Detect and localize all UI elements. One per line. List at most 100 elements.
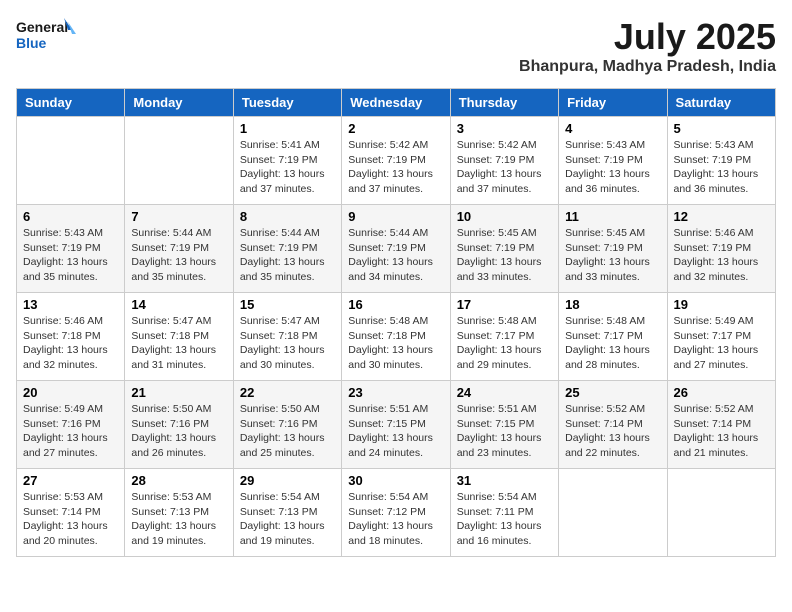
day-info: Sunrise: 5:51 AMSunset: 7:15 PMDaylight:…: [348, 402, 443, 461]
day-number: 22: [240, 385, 335, 400]
header-saturday: Saturday: [667, 89, 775, 117]
svg-text:Blue: Blue: [16, 35, 47, 51]
day-number: 10: [457, 209, 552, 224]
calendar-cell: 14 Sunrise: 5:47 AMSunset: 7:18 PMDayligh…: [125, 293, 233, 381]
header-sunday: Sunday: [17, 89, 125, 117]
calendar-cell: 26 Sunrise: 5:52 AMSunset: 7:14 PMDayligh…: [667, 381, 775, 469]
day-number: 6: [23, 209, 118, 224]
page-header: General Blue July 2025 Bhanpura, Madhya …: [16, 16, 776, 76]
day-number: 18: [565, 297, 660, 312]
calendar-cell: 8 Sunrise: 5:44 AMSunset: 7:19 PMDaylight…: [233, 205, 341, 293]
svg-text:General: General: [16, 19, 68, 35]
day-number: 14: [131, 297, 226, 312]
calendar-week-2: 6 Sunrise: 5:43 AMSunset: 7:19 PMDaylight…: [17, 205, 776, 293]
calendar-cell: 12 Sunrise: 5:46 AMSunset: 7:19 PMDayligh…: [667, 205, 775, 293]
calendar-cell: 1 Sunrise: 5:41 AMSunset: 7:19 PMDaylight…: [233, 117, 341, 205]
calendar-cell: 17 Sunrise: 5:48 AMSunset: 7:17 PMDayligh…: [450, 293, 558, 381]
calendar-week-1: 1 Sunrise: 5:41 AMSunset: 7:19 PMDaylight…: [17, 117, 776, 205]
calendar-cell: 6 Sunrise: 5:43 AMSunset: 7:19 PMDaylight…: [17, 205, 125, 293]
day-info: Sunrise: 5:53 AMSunset: 7:13 PMDaylight:…: [131, 490, 226, 549]
calendar-cell: 9 Sunrise: 5:44 AMSunset: 7:19 PMDaylight…: [342, 205, 450, 293]
calendar-cell: [559, 469, 667, 557]
day-info: Sunrise: 5:52 AMSunset: 7:14 PMDaylight:…: [565, 402, 660, 461]
calendar-cell: [125, 117, 233, 205]
day-info: Sunrise: 5:44 AMSunset: 7:19 PMDaylight:…: [240, 226, 335, 285]
day-info: Sunrise: 5:54 AMSunset: 7:11 PMDaylight:…: [457, 490, 552, 549]
day-number: 25: [565, 385, 660, 400]
header-wednesday: Wednesday: [342, 89, 450, 117]
day-info: Sunrise: 5:47 AMSunset: 7:18 PMDaylight:…: [131, 314, 226, 373]
day-info: Sunrise: 5:41 AMSunset: 7:19 PMDaylight:…: [240, 138, 335, 197]
day-info: Sunrise: 5:43 AMSunset: 7:19 PMDaylight:…: [23, 226, 118, 285]
day-info: Sunrise: 5:53 AMSunset: 7:14 PMDaylight:…: [23, 490, 118, 549]
day-number: 23: [348, 385, 443, 400]
calendar-header-row: Sunday Monday Tuesday Wednesday Thursday…: [17, 89, 776, 117]
day-info: Sunrise: 5:45 AMSunset: 7:19 PMDaylight:…: [457, 226, 552, 285]
logo-svg: General Blue: [16, 16, 76, 60]
calendar-cell: 15 Sunrise: 5:47 AMSunset: 7:18 PMDayligh…: [233, 293, 341, 381]
day-number: 15: [240, 297, 335, 312]
calendar-week-4: 20Sunrise: 5:49 AMSunset: 7:16 PMDayligh…: [17, 381, 776, 469]
day-info: Sunrise: 5:43 AMSunset: 7:19 PMDaylight:…: [565, 138, 660, 197]
day-info: Sunrise: 5:54 AMSunset: 7:12 PMDaylight:…: [348, 490, 443, 549]
day-number: 31: [457, 473, 552, 488]
header-thursday: Thursday: [450, 89, 558, 117]
day-number: 26: [674, 385, 769, 400]
calendar-cell: 29Sunrise: 5:54 AMSunset: 7:13 PMDayligh…: [233, 469, 341, 557]
calendar-cell: 19 Sunrise: 5:49 AMSunset: 7:17 PMDayligh…: [667, 293, 775, 381]
header-monday: Monday: [125, 89, 233, 117]
day-number: 17: [457, 297, 552, 312]
calendar-week-5: 27 Sunrise: 5:53 AMSunset: 7:14 PMDayligh…: [17, 469, 776, 557]
day-info: Sunrise: 5:44 AMSunset: 7:19 PMDaylight:…: [348, 226, 443, 285]
calendar-cell: 2 Sunrise: 5:42 AMSunset: 7:19 PMDaylight…: [342, 117, 450, 205]
location-subtitle: Bhanpura, Madhya Pradesh, India: [519, 58, 776, 76]
calendar-cell: [17, 117, 125, 205]
day-number: 11: [565, 209, 660, 224]
day-number: 3: [457, 121, 552, 136]
calendar-cell: 7Sunrise: 5:44 AMSunset: 7:19 PMDaylight…: [125, 205, 233, 293]
day-number: 28: [131, 473, 226, 488]
day-info: Sunrise: 5:46 AMSunset: 7:19 PMDaylight:…: [674, 226, 769, 285]
day-number: 30: [348, 473, 443, 488]
day-number: 2: [348, 121, 443, 136]
day-number: 27: [23, 473, 118, 488]
day-number: 12: [674, 209, 769, 224]
calendar-cell: 20Sunrise: 5:49 AMSunset: 7:16 PMDayligh…: [17, 381, 125, 469]
calendar-cell: 5Sunrise: 5:43 AMSunset: 7:19 PMDaylight…: [667, 117, 775, 205]
calendar-cell: 10 Sunrise: 5:45 AMSunset: 7:19 PMDayligh…: [450, 205, 558, 293]
day-number: 19: [674, 297, 769, 312]
day-number: 1: [240, 121, 335, 136]
calendar-cell: 4Sunrise: 5:43 AMSunset: 7:19 PMDaylight…: [559, 117, 667, 205]
day-info: Sunrise: 5:48 AMSunset: 7:18 PMDaylight:…: [348, 314, 443, 373]
day-number: 29: [240, 473, 335, 488]
day-info: Sunrise: 5:42 AMSunset: 7:19 PMDaylight:…: [348, 138, 443, 197]
day-number: 13: [23, 297, 118, 312]
day-info: Sunrise: 5:48 AMSunset: 7:17 PMDaylight:…: [457, 314, 552, 373]
calendar-cell: 24 Sunrise: 5:51 AMSunset: 7:15 PMDayligh…: [450, 381, 558, 469]
day-number: 20: [23, 385, 118, 400]
calendar-cell: 18Sunrise: 5:48 AMSunset: 7:17 PMDayligh…: [559, 293, 667, 381]
calendar-cell: 30 Sunrise: 5:54 AMSunset: 7:12 PMDayligh…: [342, 469, 450, 557]
calendar-cell: 22 Sunrise: 5:50 AMSunset: 7:16 PMDayligh…: [233, 381, 341, 469]
calendar-cell: 3 Sunrise: 5:42 AMSunset: 7:19 PMDaylight…: [450, 117, 558, 205]
day-info: Sunrise: 5:50 AMSunset: 7:16 PMDaylight:…: [240, 402, 335, 461]
calendar-cell: 13Sunrise: 5:46 AMSunset: 7:18 PMDayligh…: [17, 293, 125, 381]
calendar-cell: 21Sunrise: 5:50 AMSunset: 7:16 PMDayligh…: [125, 381, 233, 469]
day-info: Sunrise: 5:50 AMSunset: 7:16 PMDaylight:…: [131, 402, 226, 461]
day-number: 7: [131, 209, 226, 224]
day-number: 8: [240, 209, 335, 224]
calendar-cell: 11 Sunrise: 5:45 AMSunset: 7:19 PMDayligh…: [559, 205, 667, 293]
day-number: 16: [348, 297, 443, 312]
day-info: Sunrise: 5:49 AMSunset: 7:17 PMDaylight:…: [674, 314, 769, 373]
day-info: Sunrise: 5:42 AMSunset: 7:19 PMDaylight:…: [457, 138, 552, 197]
month-year-title: July 2025: [519, 16, 776, 58]
day-number: 9: [348, 209, 443, 224]
day-info: Sunrise: 5:45 AMSunset: 7:19 PMDaylight:…: [565, 226, 660, 285]
calendar-cell: 25 Sunrise: 5:52 AMSunset: 7:14 PMDayligh…: [559, 381, 667, 469]
day-number: 24: [457, 385, 552, 400]
day-info: Sunrise: 5:52 AMSunset: 7:14 PMDaylight:…: [674, 402, 769, 461]
day-info: Sunrise: 5:43 AMSunset: 7:19 PMDaylight:…: [674, 138, 769, 197]
day-info: Sunrise: 5:47 AMSunset: 7:18 PMDaylight:…: [240, 314, 335, 373]
calendar-cell: [667, 469, 775, 557]
day-info: Sunrise: 5:51 AMSunset: 7:15 PMDaylight:…: [457, 402, 552, 461]
